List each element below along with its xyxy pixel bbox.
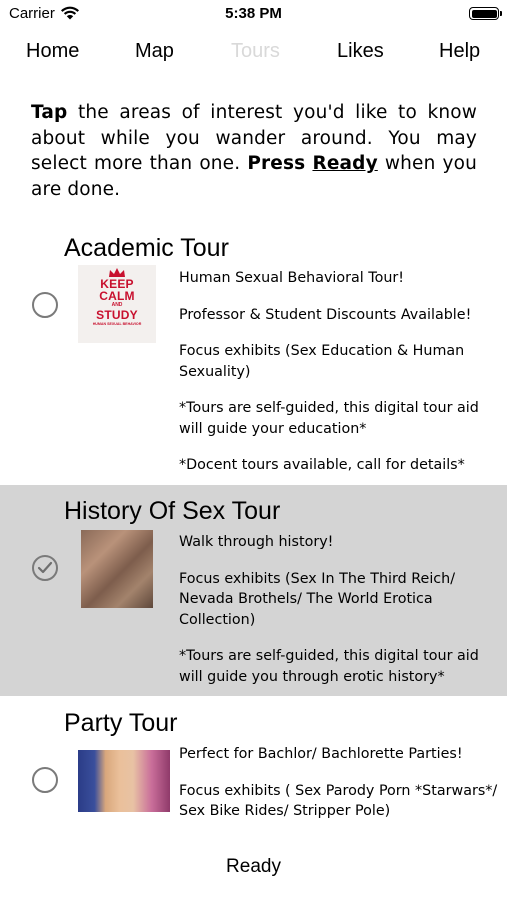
- thumb-text: STUDY: [96, 308, 138, 322]
- painting-thumbnail: [81, 530, 153, 608]
- instructions-text: Tap the areas of interest you'd like to …: [31, 100, 477, 202]
- ready-button[interactable]: Ready: [0, 856, 507, 878]
- tour-history[interactable]: History Of Sex Tour Walk through history…: [0, 485, 507, 696]
- status-bar: Carrier 5:38 PM: [0, 0, 507, 28]
- radio-unchecked-icon[interactable]: [32, 767, 58, 793]
- description-line: Walk through history!: [179, 534, 334, 550]
- tab-help[interactable]: Help: [439, 40, 480, 63]
- tour-academic[interactable]: Academic Tour KEEP CALM AND STUDY HUMAN …: [0, 222, 507, 484]
- tab-home[interactable]: Home: [26, 40, 79, 63]
- tour-title: History Of Sex Tour: [64, 497, 281, 525]
- party-thumbnail: [78, 750, 170, 812]
- thumb-text: HUMAN SEXUAL BEHAVIOR: [92, 322, 142, 326]
- tour-description: Walk through history! Focus exhibits (Se…: [179, 532, 499, 703]
- tap-word: Tap: [31, 102, 68, 123]
- description-line: *Tours are self-guided, this digital tou…: [179, 648, 479, 685]
- description-line: Human Sexual Behavioral Tour!: [179, 270, 405, 286]
- tour-description: Perfect for Bachlor/ Bachlorette Parties…: [179, 744, 499, 833]
- tab-tours[interactable]: Tours: [231, 40, 280, 63]
- checkmark-icon: [37, 561, 53, 574]
- tour-title: Party Tour: [64, 709, 178, 737]
- keep-calm-thumbnail: KEEP CALM AND STUDY HUMAN SEXUAL BEHAVIO…: [78, 265, 156, 343]
- tour-title: Academic Tour: [64, 234, 229, 262]
- battery-icon: [469, 7, 502, 20]
- tab-map[interactable]: Map: [135, 40, 174, 63]
- description-line: *Tours are self-guided, this digital tou…: [179, 400, 479, 437]
- clock: 5:38 PM: [225, 5, 282, 22]
- radio-unchecked-icon[interactable]: [32, 292, 58, 318]
- tab-likes[interactable]: Likes: [337, 40, 384, 63]
- description-line: Focus exhibits ( Sex Parody Porn *Starwa…: [179, 782, 498, 820]
- description-line: Professor & Student Discounts Available!: [179, 306, 472, 323]
- description-line: *Docent tours available, call for detail…: [179, 457, 465, 473]
- description-line: Focus exhibits (Sex In The Third Reich/ …: [179, 570, 456, 628]
- ready-word: Ready: [312, 153, 378, 174]
- press-word: Press: [247, 153, 306, 174]
- description-line: Perfect for Bachlor/ Bachlorette Parties…: [179, 746, 463, 762]
- tour-party[interactable]: Party Tour Perfect for Bachlor/ Bachlore…: [0, 697, 507, 833]
- thumb-text: CALM: [99, 289, 135, 303]
- radio-checked-icon[interactable]: [32, 555, 58, 581]
- tour-description: Human Sexual Behavioral Tour! Professor …: [179, 268, 499, 492]
- tab-bar: Home Map Tours Likes Help: [0, 40, 507, 68]
- description-line: Focus exhibits (Sex Education & Human Se…: [179, 343, 465, 380]
